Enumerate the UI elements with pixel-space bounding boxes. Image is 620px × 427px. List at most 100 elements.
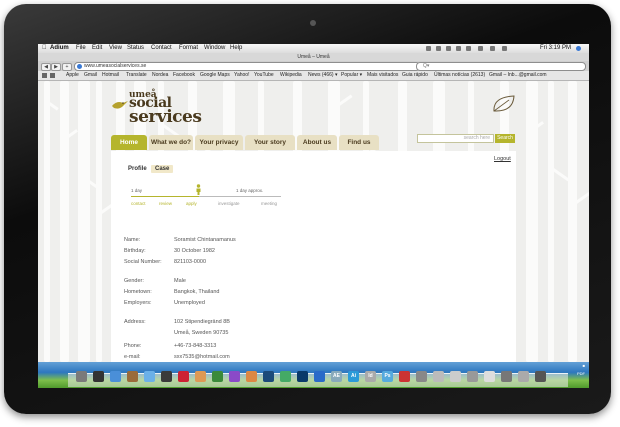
dock-app-icon[interactable] xyxy=(127,371,138,382)
dock-app-icon[interactable] xyxy=(314,371,325,382)
bookmark-item[interactable]: Apple xyxy=(66,71,79,80)
nav-home[interactable]: Home xyxy=(111,135,147,150)
tab-case[interactable]: Case xyxy=(151,165,174,173)
dock-app-icon[interactable] xyxy=(416,371,427,382)
browser-search-input[interactable]: Q▾ xyxy=(416,62,586,71)
tree-trunk xyxy=(60,81,69,362)
detail-row: Address: 102 Stipendiegränd 8B xyxy=(124,319,324,327)
tray-icon[interactable] xyxy=(466,46,471,51)
bookmark-item[interactable]: Yahoo! xyxy=(234,71,249,80)
dock-app-icon[interactable]: Ai xyxy=(348,371,359,382)
volume-icon[interactable] xyxy=(490,46,495,51)
dock-app-icon[interactable]: AE xyxy=(331,371,342,382)
clock[interactable]: Fri 3:19 PM xyxy=(540,44,571,53)
bookmark-item[interactable]: Últimas notícias (2613) xyxy=(434,71,485,80)
bookmark-item[interactable]: Gmail – Inb...@gmail.com xyxy=(489,71,547,80)
plus-icon[interactable]: + xyxy=(62,63,72,71)
logout-link[interactable]: Logout xyxy=(494,156,511,162)
menu-help[interactable]: Help xyxy=(230,44,242,53)
search-placeholder: Q▾ xyxy=(423,63,430,69)
dock-app-icon[interactable] xyxy=(399,371,410,382)
bookmark-item[interactable]: Wikipedia xyxy=(280,71,302,80)
dock-app-icon[interactable] xyxy=(501,371,512,382)
detail-row: Umeå, Sweden 90735 xyxy=(124,330,324,338)
tray-icon[interactable] xyxy=(446,46,451,51)
tray-icon[interactable] xyxy=(456,46,461,51)
bookmark-item[interactable]: Mais visitados xyxy=(367,71,398,80)
dock-app-icon[interactable] xyxy=(110,371,121,382)
menu-file[interactable]: File xyxy=(76,44,86,53)
nav-your-story[interactable]: Your story xyxy=(245,135,295,150)
dock-app-icon[interactable] xyxy=(93,371,104,382)
desktop-file-label: PDF xyxy=(577,371,585,376)
detail-row: Employers: Unemployed xyxy=(124,300,324,308)
dock-app-icon[interactable] xyxy=(195,371,206,382)
wifi-icon[interactable] xyxy=(478,46,483,51)
menu-window[interactable]: Window xyxy=(204,44,225,53)
url-text: www.umeasocialservices.se xyxy=(84,63,147,69)
menu-edit[interactable]: Edit xyxy=(92,44,102,53)
desktop-file-icon[interactable]: ■ xyxy=(583,363,585,368)
nav-your-privacy[interactable]: Your privacy xyxy=(195,135,243,150)
dock-app-icon[interactable] xyxy=(518,371,529,382)
battery-icon[interactable] xyxy=(502,46,507,51)
site-search-input[interactable]: search here xyxy=(417,134,494,143)
person-icon xyxy=(196,184,200,195)
back-arrow-icon[interactable]: ◀ xyxy=(41,63,51,71)
name-label: Name: xyxy=(124,237,141,243)
dock-app-icon[interactable] xyxy=(76,371,87,382)
bookmarks-icon[interactable] xyxy=(42,73,60,78)
menu-view[interactable]: View xyxy=(109,44,122,53)
tray-icon[interactable] xyxy=(436,46,441,51)
bookmark-item[interactable]: Facebook xyxy=(173,71,195,80)
bookmark-item[interactable]: Nordea xyxy=(152,71,168,80)
progress-fill xyxy=(131,196,199,197)
dock-app-icon[interactable] xyxy=(484,371,495,382)
bookmark-item[interactable]: Popular ▾ xyxy=(341,71,362,80)
bookmark-item[interactable]: Guia rápido xyxy=(402,71,428,80)
apple-menu-icon[interactable]:  xyxy=(42,44,47,53)
step-review: review xyxy=(159,201,173,206)
bookmark-item[interactable]: Gmail xyxy=(84,71,97,80)
dock-app-icon[interactable] xyxy=(161,371,172,382)
leaf-icon xyxy=(493,95,515,112)
step-investigate: investigate xyxy=(218,201,240,206)
dock-app-icon[interactable] xyxy=(263,371,274,382)
favicon-icon xyxy=(77,64,82,69)
tray-icon[interactable] xyxy=(426,46,431,51)
dock-app-icon[interactable] xyxy=(450,371,461,382)
bookmark-item[interactable]: Google Maps xyxy=(200,71,230,80)
dock-app-icon[interactable] xyxy=(212,371,223,382)
bookmark-item[interactable]: YouTube xyxy=(254,71,274,80)
menu-contact[interactable]: Contact xyxy=(151,44,172,53)
dock-app-icon[interactable]: Ps xyxy=(382,371,393,382)
nav-what-we-do[interactable]: What we do? xyxy=(149,135,193,150)
tab-profile[interactable]: Profile xyxy=(124,165,151,173)
site-logo[interactable]: umeå social services xyxy=(111,88,206,130)
forward-arrow-icon[interactable]: ▶ xyxy=(51,63,61,71)
tree-trunk xyxy=(78,81,90,362)
dock-app-icon[interactable] xyxy=(467,371,478,382)
bookmark-item[interactable]: Translate xyxy=(126,71,147,80)
bookmark-item[interactable]: News (466) ▾ xyxy=(308,71,337,80)
dock-app-icon[interactable] xyxy=(535,371,546,382)
menu-format[interactable]: Format xyxy=(179,44,198,53)
menu-app-name[interactable]: Adium xyxy=(50,44,69,53)
bookmark-item[interactable]: Hotmail xyxy=(102,71,119,80)
dock-app-icon[interactable] xyxy=(178,371,189,382)
name-value: Soramist Chintanamanus xyxy=(174,237,236,243)
menu-status[interactable]: Status xyxy=(127,44,144,53)
site-search-button[interactable]: Search xyxy=(495,134,515,143)
dock-app-icon[interactable] xyxy=(433,371,444,382)
dock-app-icon[interactable] xyxy=(297,371,308,382)
dock-app-icon[interactable]: Id xyxy=(365,371,376,382)
dock-app-icon[interactable] xyxy=(246,371,257,382)
nav-find-us[interactable]: Find us xyxy=(339,135,379,150)
url-input[interactable]: www.umeasocialservices.se xyxy=(74,62,420,71)
dock-app-icon[interactable] xyxy=(144,371,155,382)
spotlight-icon[interactable] xyxy=(576,46,581,51)
nav-about-us[interactable]: About us xyxy=(297,135,337,150)
dock-app-icon[interactable] xyxy=(229,371,240,382)
employer-label: Employers: xyxy=(124,300,152,306)
dock-app-icon[interactable] xyxy=(280,371,291,382)
